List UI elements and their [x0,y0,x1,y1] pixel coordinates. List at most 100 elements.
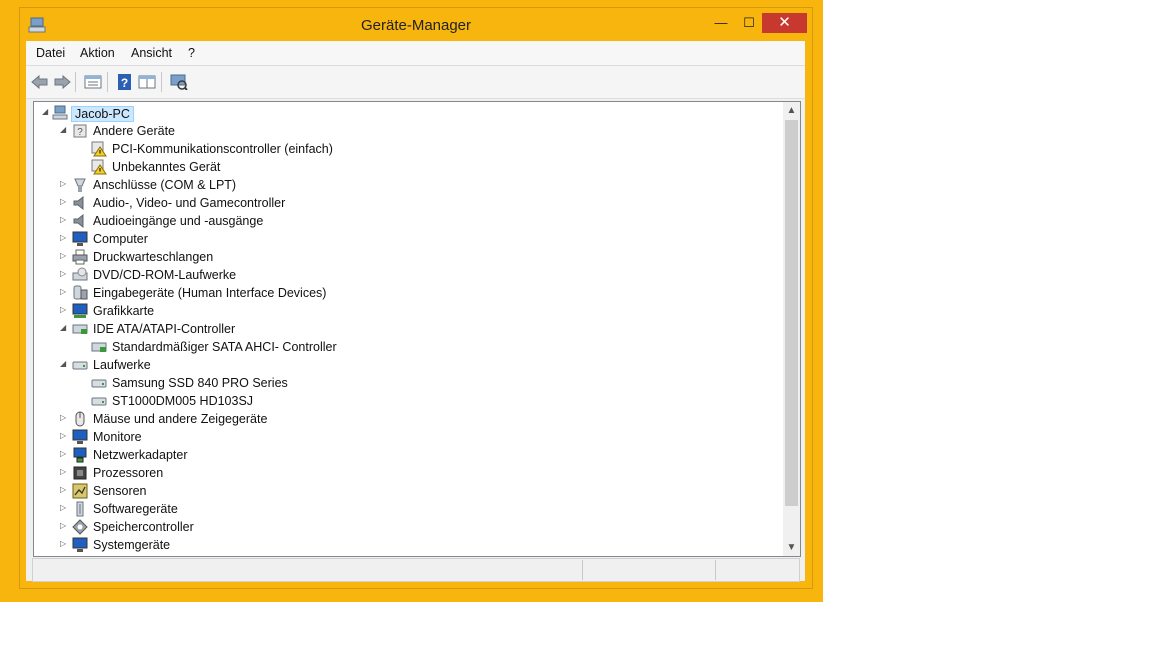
tree-node[interactable]: ▷ Anschlüsse (COM & LPT) [34,176,774,194]
tree-node-label: Monitore [93,430,142,444]
scroll-up-icon[interactable]: ▲ [783,102,800,119]
speaker-icon [73,195,84,211]
tree-node-label: Unbekanntes Gerät [112,160,221,174]
expand-arrow-icon[interactable]: ▷ [60,180,68,188]
hid-icon [73,285,88,300]
tree-node[interactable]: ▷ Systemgeräte [34,536,774,554]
expand-arrow-icon[interactable]: ▷ [60,306,68,314]
tree-node-label: Mäuse und andere Zeigegeräte [93,412,268,426]
menu-aktion[interactable]: Aktion [80,46,115,60]
view-icon[interactable] [138,74,156,90]
tree-node[interactable]: ▷ DVD/CD-ROM-Laufwerke [34,266,774,284]
forward-icon[interactable] [53,74,71,90]
toolbar-separator [75,72,76,92]
tree-node[interactable]: PCI-Kommunikationscontroller (einfach) [34,140,774,158]
expand-arrow-icon[interactable]: ▷ [60,432,68,440]
scroll-down-icon[interactable]: ▼ [783,539,800,556]
software-device-icon [76,501,84,517]
tree-node[interactable]: ◢ Jacob-PC [34,104,774,122]
tree-node[interactable]: ◢? Andere Geräte [34,122,774,140]
expand-arrow-icon[interactable]: ▷ [60,504,68,512]
expand-arrow-icon[interactable]: ▷ [60,252,68,260]
collapse-arrow-icon[interactable]: ◢ [60,324,68,332]
toolbar: ? [26,66,805,99]
tree-node-label: Laufwerke [93,358,151,372]
tree-node-label: ST1000DM005 HD103SJ [112,394,254,408]
menu-ansicht[interactable]: Ansicht [131,46,172,60]
tree-node[interactable]: ▷ Grafikkarte [34,302,774,320]
tree-node[interactable]: ▷ Sensoren [34,482,774,500]
collapse-arrow-icon[interactable]: ◢ [42,108,50,116]
properties-icon[interactable] [84,74,102,90]
monitor-icon [72,537,88,552]
warning-device-icon [91,159,107,175]
tree-node[interactable]: ▷ Audioeingänge und -ausgänge [34,212,774,230]
maximize-button[interactable]: ☐ [736,13,762,33]
tree-node[interactable]: ▷ Prozessoren [34,464,774,482]
tree-node[interactable]: ST1000DM005 HD103SJ [34,392,774,410]
expand-arrow-icon[interactable]: ▷ [60,198,68,206]
tree-node-label: DVD/CD-ROM-Laufwerke [93,268,237,282]
status-divider [582,560,583,580]
toolbar-separator [107,72,108,92]
collapse-arrow-icon[interactable]: ◢ [60,126,68,134]
expand-arrow-icon[interactable]: ▷ [60,288,68,296]
tree-node-label: Jacob-PC [71,106,134,122]
unknown-device-icon: ? [73,124,87,138]
tree-node-label: Andere Geräte [93,124,175,138]
expand-arrow-icon[interactable]: ▷ [60,270,68,278]
tree-node-label: Audio-, Video- und Gamecontroller [93,196,286,210]
tree-node[interactable]: ◢ Laufwerke [34,356,774,374]
device-manager-window: Geräte-Manager — ☐ ✕ Datei Aktion Ansich… [19,7,813,589]
menu-help[interactable]: ? [188,46,195,60]
menu-bar: Datei Aktion Ansicht ? [26,41,805,66]
device-tree[interactable]: ◢ Jacob-PC ◢? Andere Geräte PCI-Kommunikatio… [33,101,801,557]
tree-node[interactable]: ▷ Mäuse und andere Zeigegeräte [34,410,774,428]
tree-node[interactable]: ▷ Audio-, Video- und Gamecontroller [34,194,774,212]
tree-node[interactable]: ▷ Computer [34,230,774,248]
tree-node[interactable]: ▷ Softwaregeräte [34,500,774,518]
tree-node[interactable]: ◢ IDE ATA/ATAPI-Controller [34,320,774,338]
close-button[interactable]: ✕ [762,13,807,33]
tree-node[interactable]: Unbekanntes Gerät [34,158,774,176]
back-icon[interactable] [31,74,49,90]
tree-node[interactable]: ▷ Speichercontroller [34,518,774,536]
speaker-icon [73,213,84,229]
tree-node-label: Grafikkarte [93,304,155,318]
tree-node[interactable]: ▷ Monitore [34,428,774,446]
tree-node[interactable]: Samsung SSD 840 PRO Series [34,374,774,392]
expand-arrow-icon[interactable]: ▷ [60,522,68,530]
menu-datei[interactable]: Datei [36,46,65,60]
svg-text:?: ? [121,76,128,90]
expand-arrow-icon[interactable]: ▷ [60,540,68,548]
warning-device-icon [91,141,107,157]
tree-node[interactable]: ▷ Druckwarteschlangen [34,248,774,266]
expand-arrow-icon[interactable]: ▷ [60,486,68,494]
status-bar [32,558,800,582]
drive-icon [91,397,107,406]
monitor-icon [72,231,88,246]
title-bar[interactable]: Geräte-Manager — ☐ ✕ [20,8,812,42]
scan-hardware-icon[interactable] [170,74,188,90]
monitor-icon [72,429,88,444]
expand-arrow-icon[interactable]: ▷ [60,234,68,242]
tree-node-label: Netzwerkadapter [93,448,188,462]
expand-arrow-icon[interactable]: ▷ [60,468,68,476]
expand-arrow-icon[interactable]: ▷ [60,450,68,458]
tree-node[interactable]: ▷ Netzwerkadapter [34,446,774,464]
tree-node-label: Standardmäßiger SATA AHCI- Controller [112,340,337,354]
expand-arrow-icon[interactable]: ▷ [60,414,68,422]
tree-node-label: Anschlüsse (COM & LPT) [93,178,237,192]
client-area: Datei Aktion Ansicht ? ? ◢ Jacob-PC ◢ ? … [26,41,805,582]
vertical-scrollbar[interactable]: ▲ ▼ [783,102,800,556]
scrollbar-thumb[interactable] [785,120,798,506]
tree-node[interactable]: Standardmäßiger SATA AHCI- Controller [34,338,774,356]
tree-node[interactable]: ▷ Eingabegeräte (Human Interface Devices) [34,284,774,302]
tree-node-label: IDE ATA/ATAPI-Controller [93,322,236,336]
collapse-arrow-icon[interactable]: ◢ [60,360,68,368]
help-icon[interactable]: ? [116,74,134,90]
expand-arrow-icon[interactable]: ▷ [60,216,68,224]
minimize-button[interactable]: — [708,13,734,33]
computer-icon [52,105,68,120]
printer-icon [72,249,88,265]
